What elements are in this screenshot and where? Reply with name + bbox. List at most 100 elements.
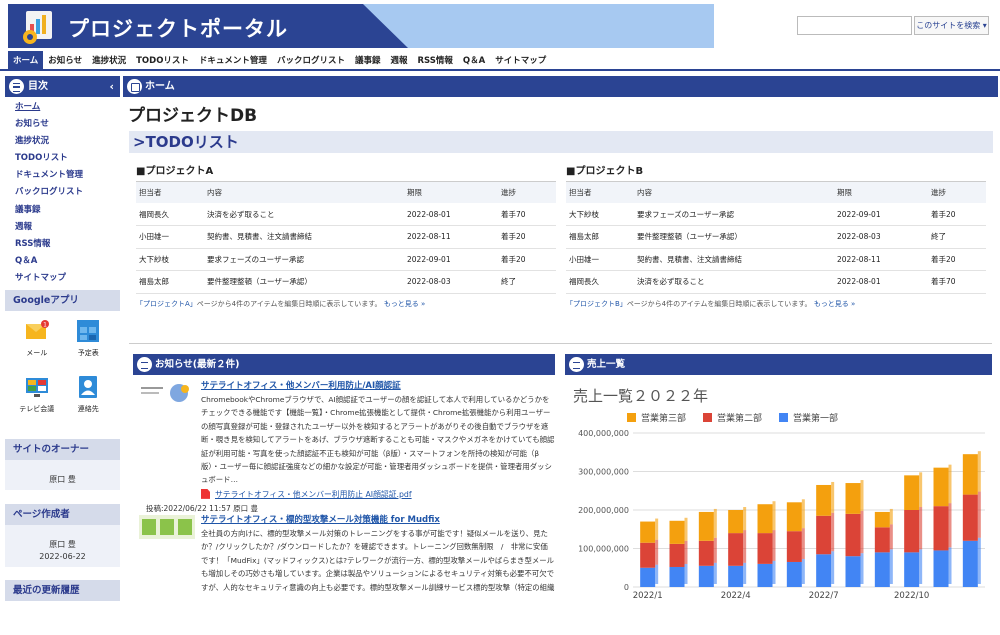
sales-header: 売上一覧 bbox=[565, 354, 992, 375]
news-title[interactable]: サテライトオフィス・標的型攻撃メール対策機能 for Mudfix bbox=[201, 513, 555, 525]
google-apps-title: Googleアプリ bbox=[5, 290, 120, 312]
bar-segment bbox=[816, 554, 832, 587]
toc-header[interactable]: 目次 ‹ bbox=[5, 76, 120, 97]
search-input[interactable] bbox=[797, 16, 912, 35]
chart-legend: 営業第三部 営業第二部 営業第一部 bbox=[627, 412, 838, 424]
news-thumbnail-image[interactable] bbox=[139, 515, 195, 539]
bar-segment-side bbox=[713, 537, 717, 563]
sidebar-item-backlog[interactable]: バックログリスト bbox=[5, 184, 120, 201]
legend-swatch bbox=[703, 413, 712, 422]
bar-segment-side bbox=[684, 517, 688, 541]
cell: 終了 bbox=[928, 225, 986, 249]
project-a-title: ■プロジェクトA bbox=[136, 162, 556, 182]
bar-segment-side bbox=[684, 540, 688, 564]
search-button[interactable]: このサイトを検索 ▾ bbox=[914, 16, 989, 35]
video-meeting-icon bbox=[25, 378, 48, 398]
nav-progress[interactable]: 進捗状況 bbox=[87, 51, 131, 69]
nav-news[interactable]: お知らせ bbox=[43, 51, 87, 69]
nav-home[interactable]: ホーム bbox=[8, 51, 44, 69]
news-item: サテライトオフィス・標的型攻撃メール対策機能 for Mudfix 全社員の方向… bbox=[133, 505, 555, 635]
table-row[interactable]: 福島太郎 要件整理整頓（ユーザー承認） 2022-08-03 終了 bbox=[136, 270, 556, 294]
app-contacts[interactable]: 連絡先 bbox=[63, 375, 115, 427]
sidebar-item-minutes[interactable]: 議事録 bbox=[5, 202, 120, 219]
cell: 2022-08-01 bbox=[834, 270, 928, 294]
sidebar-item-sitemap[interactable]: サイトマップ bbox=[5, 270, 120, 287]
sidebar-item-home[interactable]: ホーム bbox=[5, 99, 120, 116]
cell: 大下紗枝 bbox=[136, 248, 204, 271]
table-row[interactable]: 大下紗枝 要求フェーズのユーザー承認 2022-09-01 着手20 bbox=[566, 203, 986, 226]
nav-rss[interactable]: RSS情報 bbox=[412, 51, 457, 69]
app-video-meeting[interactable]: テレビ会議 bbox=[11, 375, 63, 427]
nav-qa[interactable]: Q＆A bbox=[458, 51, 490, 69]
sales-panel: 売上一覧 売上一覧２０２２年 営業第三部 営業第二部 営業第一部 0 100,000,… bbox=[565, 354, 992, 605]
bar-segment-side bbox=[977, 451, 981, 492]
table-row[interactable]: 小田雄一 契約書、見積書、注文請書締結 2022-08-11 着手20 bbox=[136, 225, 556, 249]
news-title[interactable]: サテライトオフィス・他メンバー利用防止/AI顔認証 bbox=[201, 379, 555, 391]
project-b-section: ■プロジェクトB 担当者 内容 期限 進捗 大下紗枝 要求フェーズのユーザー承認 2… bbox=[566, 162, 986, 309]
site-owner-name: 原口 豊 bbox=[5, 460, 120, 491]
cell: 2022-08-03 bbox=[404, 270, 498, 294]
bar-segment bbox=[933, 467, 949, 507]
bar-segment bbox=[786, 561, 802, 587]
bar-segment-side bbox=[948, 503, 952, 548]
cell: 要件整理整頓（ユーザー承認） bbox=[204, 270, 404, 294]
col-progress: 進捗 bbox=[498, 182, 556, 203]
app-mail[interactable]: 1 メール bbox=[11, 319, 63, 371]
project-b-note-text: ページから4件のアイテムを編集日時順に表示しています。 bbox=[626, 299, 812, 308]
sidebar-item-progress[interactable]: 進捗状況 bbox=[5, 133, 120, 150]
sidebar-item-weekly[interactable]: 週報 bbox=[5, 219, 120, 236]
news-thumbnail-image[interactable] bbox=[139, 381, 195, 405]
table-row[interactable]: 小田雄一 契約書、見積書、注文請書締結 2022-08-11 着手20 bbox=[566, 248, 986, 271]
banner-decoration bbox=[363, 4, 714, 48]
nav-weekly[interactable]: 週報 bbox=[385, 51, 412, 69]
sidebar-item-todo[interactable]: TODOリスト bbox=[5, 150, 120, 167]
legend-label: 営業第一部 bbox=[793, 412, 838, 424]
project-b-more-link[interactable]: もっと見る » bbox=[814, 300, 856, 308]
nav-backlog[interactable]: バックログリスト bbox=[272, 51, 350, 69]
bar-segment-side bbox=[831, 512, 835, 552]
nav-todo[interactable]: TODOリスト bbox=[131, 51, 194, 69]
chart-title: 売上一覧２０２２年 bbox=[573, 387, 708, 405]
project-a-link[interactable]: 「プロジェクトA」 bbox=[136, 300, 197, 308]
cell: 要件整理整頓（ユーザー承認） bbox=[634, 225, 834, 249]
y-tick-label: 200,000,000 bbox=[578, 506, 629, 515]
project-b-title: ■プロジェクトB bbox=[566, 162, 986, 182]
app-calendar[interactable]: 予定表 bbox=[63, 319, 115, 371]
sidebar-item-qa[interactable]: Q＆A bbox=[5, 253, 120, 270]
bar-segment bbox=[669, 543, 685, 567]
bar-segment-side bbox=[860, 510, 864, 554]
sidebar-item-rss[interactable]: RSS情報 bbox=[5, 236, 120, 253]
table-row[interactable]: 福岡長久 決済を必ず取ること 2022-08-01 着手70 bbox=[136, 203, 556, 226]
sidebar-item-documents[interactable]: ドキュメント管理 bbox=[5, 167, 120, 184]
cell: 決済を必ず取ること bbox=[204, 203, 404, 226]
sales-header-label: 売上一覧 bbox=[587, 359, 626, 370]
table-row[interactable]: 大下紗枝 要求フェーズのユーザー承認 2022-09-01 着手20 bbox=[136, 248, 556, 271]
site-title[interactable]: プロジェクトポータル bbox=[68, 13, 288, 43]
project-a-table: 担当者 内容 期限 進捗 福岡長久 決済を必ず取ること 2022-08-01 着手70… bbox=[136, 182, 556, 294]
home-bar: ホーム bbox=[123, 76, 998, 97]
nav-sitemap[interactable]: サイトマップ bbox=[490, 51, 551, 69]
app-label-mail: メール bbox=[26, 349, 48, 358]
project-b-link[interactable]: 「プロジェクトB」 bbox=[566, 300, 627, 308]
portal-logo-icon bbox=[23, 11, 52, 44]
bar-segment-side bbox=[860, 480, 864, 511]
cell: 2022-08-03 bbox=[834, 225, 928, 249]
cell: 大下紗枝 bbox=[566, 203, 634, 226]
bar-segment bbox=[786, 502, 802, 532]
pdf-attachment-link[interactable]: サテライトオフィス・他メンバー利用防止 AI顔認証.pdf bbox=[201, 489, 555, 500]
nav-documents[interactable]: ドキュメント管理 bbox=[194, 51, 272, 69]
bar-segment-side bbox=[831, 481, 835, 513]
bar-segment bbox=[816, 484, 832, 516]
chevron-left-icon[interactable]: ‹ bbox=[109, 76, 114, 97]
table-row[interactable]: 福岡長久 決済を必ず取ること 2022-08-01 着手70 bbox=[566, 270, 986, 294]
sidebar-item-news[interactable]: お知らせ bbox=[5, 116, 120, 133]
home-bar-label: ホーム bbox=[145, 81, 175, 92]
app-label-video: テレビ会議 bbox=[19, 405, 55, 414]
sidebar: 目次 ‹ ホーム お知らせ 進捗状況 TODOリスト ドキュメント管理 バックロ… bbox=[5, 76, 120, 602]
nav-minutes[interactable]: 議事録 bbox=[350, 51, 386, 69]
col-owner: 担当者 bbox=[566, 182, 634, 203]
col-content: 内容 bbox=[634, 182, 834, 203]
app-label-calendar: 予定表 bbox=[77, 349, 99, 358]
project-a-more-link[interactable]: もっと見る » bbox=[384, 300, 426, 308]
table-row[interactable]: 福島太郎 要件整理整頓（ユーザー承認） 2022-08-03 終了 bbox=[566, 225, 986, 249]
